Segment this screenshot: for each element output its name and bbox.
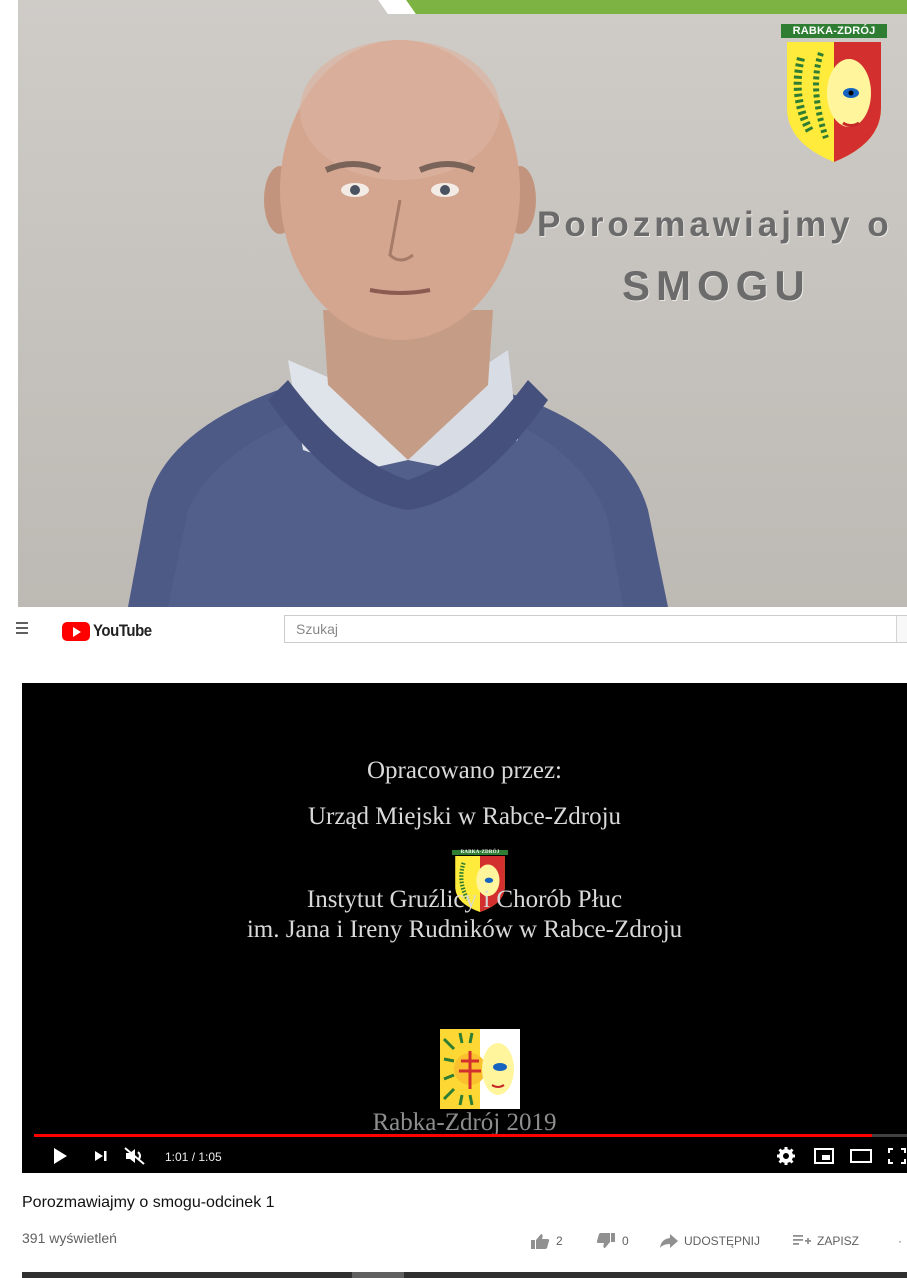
- play-icon[interactable]: [52, 1147, 68, 1165]
- more-dots-icon: ·: [898, 1234, 902, 1248]
- logo-label: RABKA-ZDRÓJ: [781, 24, 887, 38]
- menu-icon[interactable]: [16, 619, 36, 639]
- add-to-playlist-icon: [793, 1235, 811, 1245]
- video-thumbnail: RABKA-ZDRÓJ Porozmawiajmy o SMOGU: [18, 0, 907, 607]
- mute-icon[interactable]: [124, 1147, 146, 1165]
- thumbnail-overlay-line1: Porozmawiajmy o: [537, 205, 893, 244]
- credits-line-4: im. Jana i Ireny Rudników w Rabce-Zdroju: [246, 916, 683, 943]
- more-actions-button[interactable]: ·: [898, 1231, 902, 1251]
- save-label: ZAPISZ: [817, 1234, 860, 1248]
- youtube-play-icon: [62, 621, 90, 641]
- share-label: UDOSTĘPNIJ: [684, 1234, 761, 1248]
- video-player[interactable]: Opracowano przez: Urząd Miejski w Rabce-…: [22, 683, 907, 1173]
- thumbs-up-icon: [531, 1234, 550, 1249]
- credits-line-2: Urząd Miejski w Rabce-Zdroju: [307, 803, 622, 830]
- youtube-logo[interactable]: YouTube: [62, 621, 160, 641]
- progress-bar[interactable]: [34, 1134, 907, 1137]
- share-arrow-icon: [660, 1234, 678, 1248]
- view-count: 391 wyświetleń: [22, 1230, 117, 1246]
- player-controls: 1:01 / 1:05: [22, 1139, 907, 1173]
- theater-mode-icon[interactable]: [850, 1147, 872, 1165]
- settings-gear-icon[interactable]: [777, 1147, 795, 1165]
- search-input[interactable]: [285, 616, 907, 642]
- presenter-image: [128, 40, 668, 607]
- search-box: [284, 615, 907, 643]
- credits-line-3: Instytut Gruźlicy i Chorób Płuc: [306, 886, 623, 913]
- video-title: Porozmawiajmy o smogu-odcinek 1: [22, 1194, 275, 1211]
- like-count: 2: [556, 1234, 563, 1248]
- miniplayer-icon[interactable]: [814, 1147, 834, 1165]
- next-icon[interactable]: [94, 1147, 108, 1165]
- progress-fill: [34, 1134, 873, 1137]
- youtube-logo-text: YouTube: [93, 621, 152, 640]
- search-button[interactable]: [896, 616, 907, 642]
- time-display: 1:01 / 1:05: [165, 1150, 222, 1164]
- institute-logo: [440, 1029, 520, 1114]
- green-accent-bar: [397, 0, 907, 14]
- fullscreen-icon[interactable]: [888, 1147, 906, 1165]
- rabka-crest-icon: [787, 42, 881, 162]
- share-button[interactable]: UDOSTĘPNIJ: [660, 1231, 760, 1251]
- thumbs-down-icon: [596, 1233, 615, 1248]
- like-button[interactable]: 2: [530, 1231, 563, 1251]
- dislike-count: 0: [622, 1234, 629, 1248]
- scroll-thumb[interactable]: [352, 1272, 404, 1278]
- thumbnail-overlay-line2: SMOGU: [622, 262, 811, 309]
- credits-line-1: Opracowano przez:: [366, 757, 563, 784]
- youtube-header: YouTube: [0, 607, 907, 655]
- rabka-zdroj-logo: RABKA-ZDRÓJ: [781, 24, 887, 169]
- institute-logo-icon: [440, 1029, 520, 1109]
- dislike-button[interactable]: 0: [596, 1231, 629, 1251]
- save-button[interactable]: ZAPISZ: [793, 1231, 859, 1251]
- credits-line-5: Rabka-Zdrój 2019: [372, 1109, 557, 1136]
- bottom-scroll-strip: [22, 1272, 907, 1278]
